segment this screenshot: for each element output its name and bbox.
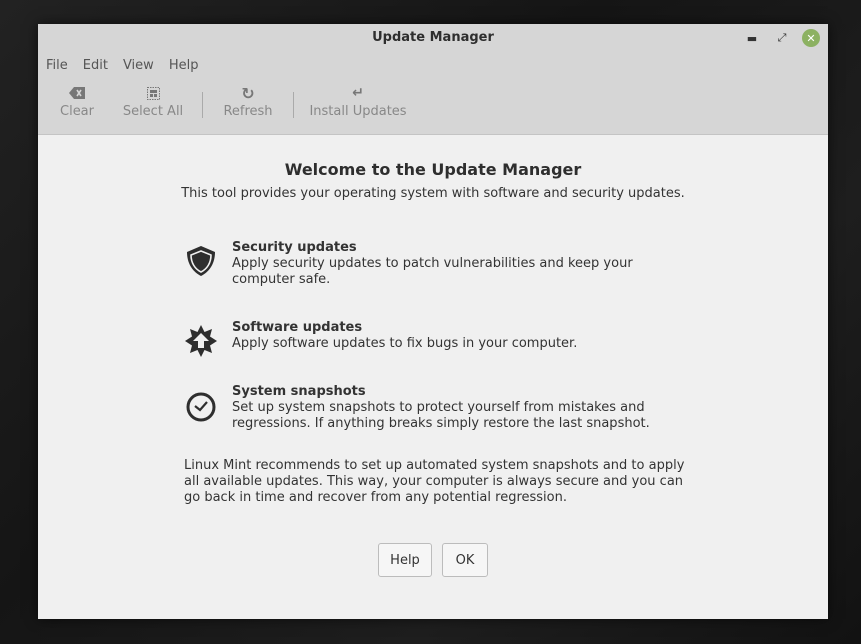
title-bar[interactable]: Update Manager ▬ ⤢ ✕: [38, 24, 828, 52]
minimize-button[interactable]: ▬: [743, 29, 761, 47]
update-manager-window: Update Manager ▬ ⤢ ✕ File Edit View Help…: [38, 24, 828, 619]
clear-button[interactable]: Clear: [44, 78, 110, 119]
recommendation-text: Linux Mint recommends to set up automate…: [184, 458, 685, 505]
menu-bar: File Edit View Help: [38, 52, 828, 78]
install-updates-label: Install Updates: [309, 104, 407, 119]
menu-file[interactable]: File: [46, 58, 68, 73]
backspace-icon: [69, 84, 85, 102]
toolbar: Clear Select All ↻ Refresh ↵ Install Upd…: [38, 78, 828, 135]
clear-label: Clear: [60, 104, 94, 119]
feature-title: System snapshots: [232, 384, 366, 399]
welcome-panel: Welcome to the Update Manager This tool …: [38, 135, 828, 619]
menu-edit[interactable]: Edit: [83, 58, 108, 73]
help-button[interactable]: Help: [378, 543, 432, 577]
select-all-icon: [146, 84, 160, 102]
select-all-label: Select All: [122, 104, 184, 119]
maximize-icon: ⤢: [777, 31, 787, 44]
shield-icon: [187, 246, 215, 276]
window-title: Update Manager: [372, 30, 494, 45]
select-all-button[interactable]: Select All: [110, 78, 196, 119]
minimize-icon: ▬: [746, 31, 758, 45]
menu-help[interactable]: Help: [169, 58, 199, 73]
toolbar-separator: [293, 92, 294, 118]
enter-icon: ↵: [352, 85, 364, 101]
maximize-button[interactable]: ⤢: [773, 29, 791, 47]
install-updates-button[interactable]: ↵ Install Updates: [300, 78, 416, 119]
upgrade-badge-icon: [185, 325, 217, 357]
close-icon: ✕: [806, 31, 816, 45]
refresh-label: Refresh: [223, 104, 273, 119]
toolbar-separator: [202, 92, 203, 118]
feature-description: Set up system snapshots to protect yours…: [232, 400, 650, 431]
close-button[interactable]: ✕: [802, 29, 820, 47]
clock-icon: [186, 392, 216, 422]
menu-view[interactable]: View: [123, 58, 154, 73]
welcome-subtitle: This tool provides your operating system…: [181, 186, 685, 201]
feature-title: Software updates: [232, 320, 363, 335]
feature-description: Apply security updates to patch vulnerab…: [232, 256, 633, 287]
refresh-button[interactable]: ↻ Refresh: [209, 78, 287, 120]
feature-description: Apply software updates to fix bugs in yo…: [232, 336, 578, 351]
welcome-heading: Welcome to the Update Manager: [284, 160, 582, 179]
refresh-icon: ↻: [241, 83, 255, 103]
feature-title: Security updates: [232, 240, 357, 255]
ok-button[interactable]: OK: [442, 543, 488, 577]
